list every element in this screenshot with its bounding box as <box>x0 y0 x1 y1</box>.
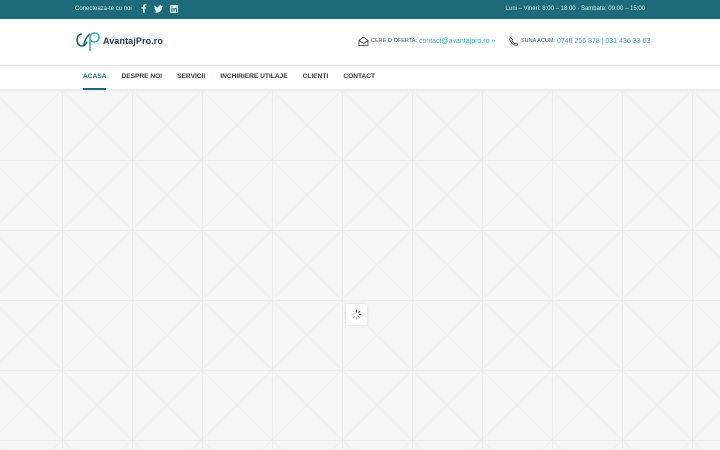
phone-contact: Suna acum: 0748 256 878 | 031 436 33 63 <box>508 36 650 46</box>
nav-item-inchiriere-utilaje[interactable]: INCHIRIERE UTILAJE <box>220 66 287 90</box>
email-contact: Cere o oferta: contact@avantajpro.ro » <box>358 36 495 46</box>
connect-text: Conecteaza-te cu noi <box>75 6 132 12</box>
nav-item-acasa[interactable]: ACASA <box>83 66 107 90</box>
loading-spinner-icon <box>351 309 362 320</box>
email-link[interactable]: contact@avantajpro.ro » <box>419 38 495 45</box>
email-label: Cere o oferta: <box>371 38 417 44</box>
linkedin-icon[interactable] <box>169 4 178 13</box>
facebook-icon[interactable] <box>139 4 148 13</box>
nav-item-servicii[interactable]: SERVICII <box>177 66 205 90</box>
envelope-icon <box>358 36 369 46</box>
main-nav: ACASA DESPRE NOI SERVICII INCHIRIERE UTI… <box>0 66 720 90</box>
twitter-icon[interactable] <box>154 4 163 13</box>
logo-text: AvantajPro.ro <box>103 36 163 46</box>
nav-item-clienti[interactable]: CLIENTI <box>303 66 329 90</box>
logo-mark-icon <box>76 32 100 51</box>
nav-item-despre-noi[interactable]: DESPRE NOI <box>121 66 162 90</box>
business-hours: Luni – Vineri: 8:00 – 18:00 · Sambata: 0… <box>505 6 645 12</box>
phone-link[interactable]: 0748 256 878 | 031 436 33 63 <box>557 38 650 45</box>
social-links <box>139 4 178 13</box>
site-logo[interactable]: AvantajPro.ro <box>76 30 163 52</box>
phone-icon <box>509 36 519 46</box>
loading-spinner <box>346 304 367 325</box>
site-header: AvantajPro.ro Cere o oferta: contact@ava… <box>0 19 720 66</box>
top-bar: Conecteaza-te cu noi Luni – Vineri: 8:00… <box>0 0 720 19</box>
page-content <box>0 90 720 450</box>
nav-item-contact[interactable]: CONTACT <box>343 66 375 90</box>
phone-label: Suna acum: <box>521 38 555 44</box>
